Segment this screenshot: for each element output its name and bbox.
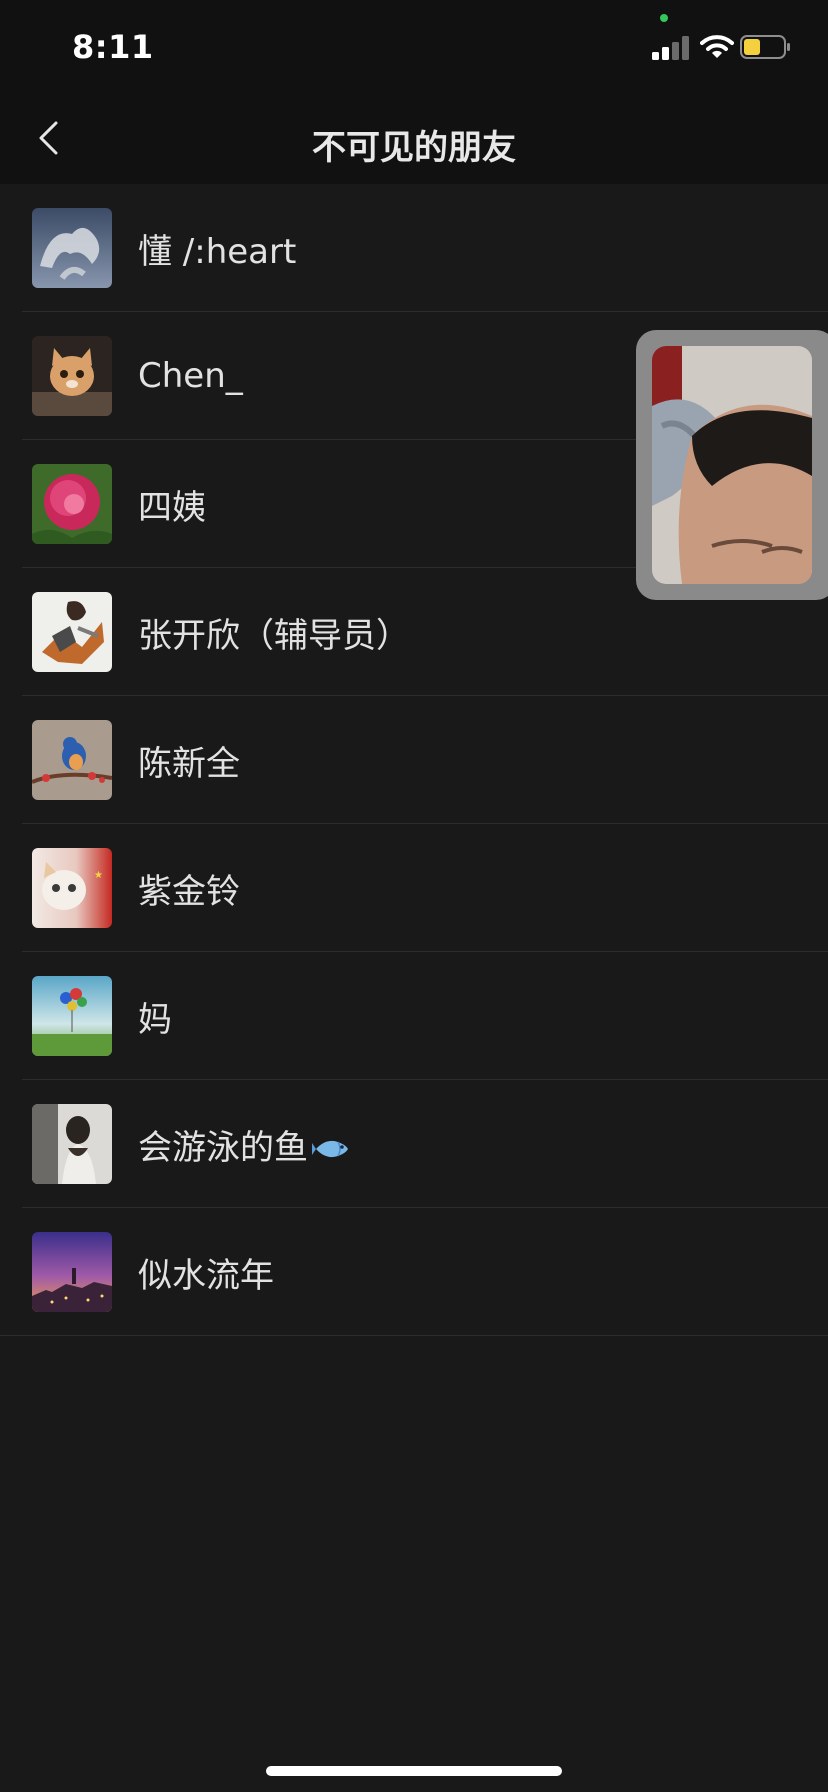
- friend-row[interactable]: 懂 /:heart: [0, 184, 828, 312]
- avatar: [32, 720, 112, 800]
- home-indicator: [266, 1766, 562, 1776]
- avatar: ★: [32, 848, 112, 928]
- avatar: [32, 336, 112, 416]
- video-feed: [652, 346, 812, 584]
- avatar: [32, 1104, 112, 1184]
- friend-name-text: 会游泳的鱼: [138, 1127, 308, 1168]
- signal-icon: [652, 36, 690, 60]
- battery-icon: [740, 34, 792, 60]
- friend-name: 妈: [138, 999, 172, 1040]
- friend-row[interactable]: 似水流年: [0, 1208, 828, 1336]
- friend-name: 四姨: [138, 487, 206, 528]
- friend-row[interactable]: 会游泳的鱼: [0, 1080, 828, 1208]
- friend-name: 似水流年: [138, 1255, 274, 1296]
- status-bar: 8:11: [0, 0, 828, 92]
- floating-video-window[interactable]: [636, 330, 828, 600]
- friend-row[interactable]: 妈: [0, 952, 828, 1080]
- fish-icon: [312, 1140, 348, 1158]
- friend-row[interactable]: ★ 紫金铃: [0, 824, 828, 952]
- friend-name: 陈新全: [138, 743, 240, 784]
- friend-name: 懂 /:heart: [138, 231, 297, 272]
- status-time: 8:11: [72, 28, 154, 66]
- friend-row[interactable]: 陈新全: [0, 696, 828, 824]
- svg-text:★: ★: [94, 870, 103, 881]
- avatar: [32, 592, 112, 672]
- avatar: [32, 976, 112, 1056]
- avatar: [32, 208, 112, 288]
- privacy-indicator-dot: [660, 14, 668, 22]
- wifi-icon: [700, 34, 734, 60]
- avatar: [32, 1232, 112, 1312]
- nav-bar: 不可见的朋友: [0, 92, 828, 184]
- friend-name: Chen_: [138, 356, 243, 396]
- friend-name: 张开欣（辅导员）: [138, 615, 410, 656]
- page-title: 不可见的朋友: [312, 128, 516, 168]
- avatar: [32, 464, 112, 544]
- friend-name: 会游泳的鱼: [138, 1120, 352, 1169]
- friend-name: 紫金铃: [138, 871, 240, 912]
